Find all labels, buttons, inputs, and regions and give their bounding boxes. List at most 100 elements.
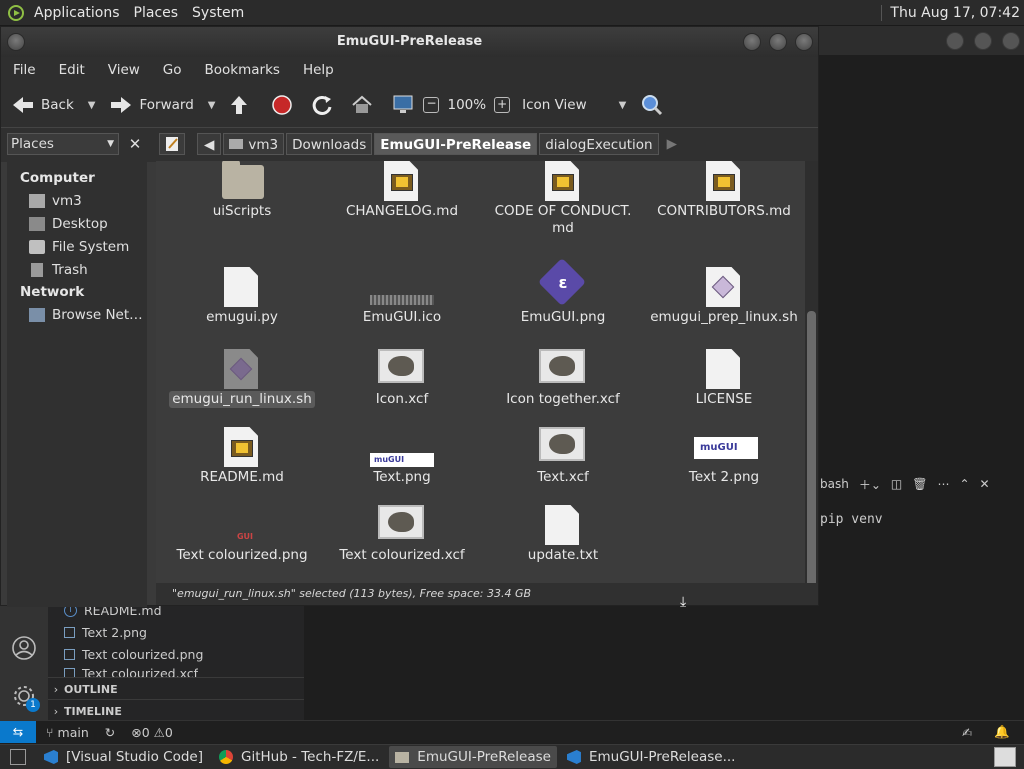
places-menu[interactable]: Places bbox=[130, 5, 183, 21]
terminal-output[interactable]: pip venv bbox=[820, 512, 883, 527]
search-icon[interactable] bbox=[640, 93, 664, 117]
script-file-icon bbox=[644, 263, 804, 309]
timeline-section[interactable]: › TIMELINE bbox=[48, 699, 304, 722]
sidebar-item-filesystem[interactable]: File System bbox=[29, 235, 147, 258]
file-icon-view[interactable]: uiScripts CHANGELOG.md CODE OF CONDUCT. md… bbox=[156, 161, 805, 604]
new-terminal-icon[interactable]: ＋⌄ bbox=[859, 476, 881, 493]
breadcrumb-dialogexecution[interactable]: dialogExecution bbox=[539, 133, 659, 155]
trash-icon[interactable]: 🗑 bbox=[912, 477, 927, 491]
explorer-item[interactable]: Text 2.png bbox=[64, 625, 147, 640]
view-mode-select[interactable]: Icon View ▼ bbox=[522, 90, 626, 120]
vscode-maximize-button[interactable] bbox=[974, 32, 992, 50]
menu-file[interactable]: File bbox=[11, 62, 38, 78]
computer-icon[interactable] bbox=[391, 94, 415, 116]
file-item[interactable]: Icon.xcf bbox=[322, 345, 482, 408]
window-title[interactable]: EmuGUI-PreRelease bbox=[1, 27, 818, 57]
sidebar-type-select[interactable]: Places ▼ bbox=[7, 133, 119, 155]
show-desktop-button[interactable] bbox=[10, 749, 26, 765]
close-sidebar-icon[interactable]: ✕ bbox=[125, 133, 145, 155]
branch-name[interactable]: main bbox=[58, 725, 89, 740]
chevron-down-icon: ▼ bbox=[618, 99, 627, 111]
file-item[interactable]: Text.xcf bbox=[483, 423, 643, 486]
file-item[interactable]: Text colourized.xcf bbox=[322, 501, 482, 564]
applications-menu[interactable]: Applications bbox=[30, 5, 124, 21]
sidebar-item-desktop[interactable]: Desktop bbox=[29, 212, 147, 235]
places-sidebar: Computer vm3 Desktop File System Trash N… bbox=[7, 161, 147, 607]
clock[interactable]: Thu Aug 17, 07:42 bbox=[881, 4, 1020, 21]
file-item[interactable]: muGUI Text 2.png bbox=[644, 423, 804, 486]
file-item[interactable]: ɛ EmuGUI.png bbox=[483, 257, 643, 326]
script-file-icon bbox=[162, 345, 322, 391]
home-icon[interactable] bbox=[351, 94, 373, 116]
menu-view[interactable]: View bbox=[106, 62, 142, 78]
more-icon[interactable]: ⋯ bbox=[937, 477, 949, 491]
distro-logo-icon[interactable] bbox=[8, 4, 24, 21]
vertical-scrollbar[interactable] bbox=[805, 161, 818, 604]
breadcrumb-vm3[interactable]: vm3 bbox=[223, 133, 285, 155]
file-item[interactable]: emugui_run_linux.sh bbox=[162, 345, 322, 408]
file-item[interactable]: emugui_prep_linux.sh bbox=[644, 263, 804, 326]
sync-icon[interactable]: ↻ bbox=[105, 725, 115, 740]
sidebar-item-browse-network[interactable]: Browse Net… bbox=[29, 303, 147, 326]
file-item[interactable]: emugui.py bbox=[162, 263, 322, 326]
file-item[interactable]: CODE OF CONDUCT. md bbox=[483, 161, 643, 237]
file-item[interactable]: README.md bbox=[162, 423, 322, 486]
image-file-icon bbox=[64, 627, 75, 638]
zoom-out-icon[interactable]: − bbox=[423, 97, 440, 113]
bell-icon[interactable]: 🔔 bbox=[994, 724, 1010, 740]
scrollbar-thumb[interactable] bbox=[807, 311, 816, 589]
file-name: emugui_prep_linux.sh bbox=[650, 309, 798, 325]
window-menu-button[interactable] bbox=[7, 33, 25, 51]
vscode-icon bbox=[566, 750, 581, 764]
up-arrow-icon[interactable] bbox=[229, 94, 249, 116]
file-item[interactable]: GUI Text colourized.png bbox=[162, 501, 322, 564]
sidebar-item-trash[interactable]: Trash bbox=[29, 258, 147, 281]
vscode-minimize-button[interactable] bbox=[946, 32, 964, 50]
chevron-up-icon[interactable]: ⌃ bbox=[959, 477, 969, 491]
close-button[interactable] bbox=[795, 33, 813, 51]
forward-dropdown-icon[interactable]: ▼ bbox=[208, 100, 216, 111]
file-item[interactable]: muGUI Text.png bbox=[322, 423, 482, 486]
breadcrumb-left-arrow[interactable]: ◀ bbox=[197, 133, 222, 155]
split-terminal-icon[interactable]: ◫ bbox=[891, 477, 902, 491]
task-file-manager[interactable]: EmuGUI-PreRelease bbox=[389, 746, 557, 768]
minimize-button[interactable] bbox=[743, 33, 761, 51]
file-item[interactable]: uiScripts bbox=[162, 161, 322, 220]
menu-edit[interactable]: Edit bbox=[57, 62, 87, 78]
explorer-item[interactable]: Text colourized.png bbox=[64, 647, 203, 662]
breadcrumb-current[interactable]: EmuGUI-PreRelease bbox=[374, 133, 538, 155]
vscode-close-button[interactable] bbox=[1002, 32, 1020, 50]
maximize-button[interactable] bbox=[769, 33, 787, 51]
file-item[interactable]: EmuGUI.ico bbox=[322, 263, 482, 326]
workspace-switcher[interactable] bbox=[994, 747, 1016, 767]
stop-icon[interactable] bbox=[271, 94, 293, 116]
task-vscode[interactable]: [Visual Studio Code] bbox=[38, 746, 209, 768]
feedback-icon[interactable]: ✍ bbox=[962, 725, 972, 740]
task-chrome[interactable]: GitHub - Tech-FZ/E... bbox=[213, 746, 385, 768]
breadcrumb-downloads[interactable]: Downloads bbox=[286, 133, 373, 155]
forward-button[interactable]: Forward ▼ bbox=[109, 90, 215, 120]
breadcrumb-right-arrow[interactable]: ▶ bbox=[661, 133, 683, 155]
edit-location-icon[interactable] bbox=[159, 133, 185, 155]
system-menu[interactable]: System bbox=[188, 5, 248, 21]
remote-icon[interactable]: ⇆ bbox=[0, 721, 36, 743]
menu-help[interactable]: Help bbox=[301, 62, 336, 78]
sidebar-item-vm3[interactable]: vm3 bbox=[29, 189, 147, 212]
file-item[interactable]: LICENSE bbox=[644, 345, 804, 408]
close-icon[interactable]: ✕ bbox=[980, 477, 990, 491]
file-item[interactable]: Icon together.xcf bbox=[483, 345, 643, 408]
back-dropdown-icon[interactable]: ▼ bbox=[88, 100, 96, 111]
reload-icon[interactable] bbox=[311, 94, 333, 116]
outline-section[interactable]: › OUTLINE bbox=[48, 677, 304, 700]
problems-indicator[interactable]: ⊗0 ⚠0 bbox=[131, 725, 173, 740]
file-name: Text.xcf bbox=[537, 469, 589, 485]
file-item[interactable]: CONTRIBUTORS.md bbox=[644, 161, 804, 220]
file-item[interactable]: CHANGELOG.md bbox=[322, 161, 482, 220]
menu-bookmarks[interactable]: Bookmarks bbox=[203, 62, 282, 78]
account-icon[interactable] bbox=[12, 636, 36, 660]
task-vscode-2[interactable]: EmuGUI-PreRelease... bbox=[561, 746, 742, 768]
menu-go[interactable]: Go bbox=[161, 62, 184, 78]
file-item[interactable]: update.txt bbox=[483, 501, 643, 564]
back-button[interactable]: Back ▼ bbox=[11, 90, 95, 120]
zoom-in-icon[interactable]: + bbox=[494, 97, 511, 113]
